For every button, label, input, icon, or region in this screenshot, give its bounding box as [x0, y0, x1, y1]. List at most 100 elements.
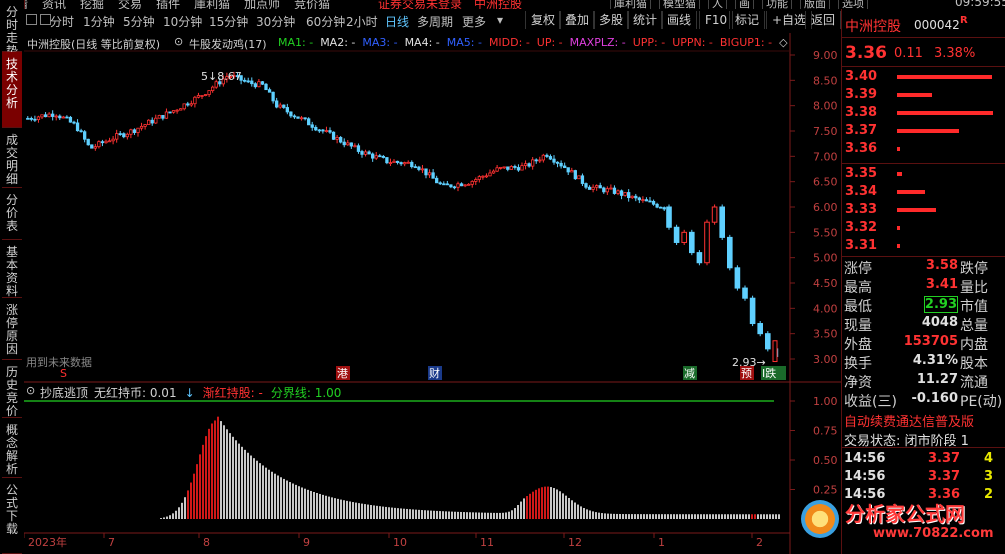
top-menu-item[interactable]: 挖掘 [80, 0, 104, 9]
candle-body [651, 200, 656, 205]
indicator-toggle-icon[interactable]: ⊙ [174, 35, 183, 48]
toolbar-button[interactable]: 复权 [525, 11, 562, 29]
candle-body [523, 163, 528, 166]
vtab-item[interactable]: 分时走势 [2, 0, 22, 58]
period-tab[interactable]: 60分钟 [306, 13, 345, 30]
back-arrow-icon[interactable] [26, 14, 37, 25]
period-tab[interactable]: 日线 [385, 13, 409, 30]
chart-area[interactable]: 9.00 8.50 8.00 7.50 7.00 6.50 6.00 5.50 5.00 4.50… [24, 33, 841, 554]
candle-body [481, 175, 485, 178]
period-tab[interactable]: 2小时 [346, 13, 378, 30]
vtab-item[interactable]: 分价表 [2, 188, 22, 240]
top-menu-item[interactable]: 资讯 [42, 0, 66, 9]
period-tab[interactable]: 5分钟 [123, 13, 155, 30]
period-tab[interactable]: 多周期 [417, 13, 453, 30]
ma-legend: MA1: - MA2: - MA3: - MA4: - MA5: - MIDD: - UP:… [278, 36, 788, 49]
stats-grid: 涨停 3.58 跌停 最高 3.41 量比 最低 2.93 市值 现量 4048 总量 外盘 153705… [842, 257, 1005, 410]
ma-legend-item: MAXPLZ: - [569, 36, 626, 49]
oscillator-bar [217, 416, 219, 519]
period-tab[interactable]: 30分钟 [256, 13, 295, 30]
candle-body [541, 154, 545, 161]
period-tab[interactable]: 分时 [50, 13, 74, 30]
ad-banner[interactable]: 自动续费通达信普及版 [842, 410, 1005, 430]
oscillator-bar [667, 514, 669, 519]
toolbar-button[interactable]: 统计 [627, 11, 664, 29]
candle-body [602, 187, 606, 193]
top-menu-item[interactable]: 插件 [156, 0, 180, 9]
oscillator-bar [658, 514, 660, 519]
top-menu-item[interactable]: 加点师 [244, 0, 280, 9]
vtab-item[interactable]: 历史竞价 [2, 360, 22, 418]
candle-body [598, 185, 602, 189]
top-menu-item[interactable]: 交易 [118, 0, 142, 9]
candle-body [136, 127, 140, 133]
oscillator-bar [496, 512, 498, 519]
top-menu-item[interactable]: 庫利猫 [194, 0, 230, 9]
toolbar-button[interactable]: 叠加 [559, 11, 596, 29]
candle-body [171, 110, 176, 113]
top-menu-left[interactable]: 行情资讯挖掘交易插件庫利猫加点师竞价猫 [4, 0, 344, 9]
candle-body [97, 141, 101, 148]
volume-bar [897, 75, 993, 79]
candle-body [26, 117, 30, 120]
event-marker[interactable]: 减 [683, 366, 697, 380]
vtab-item[interactable]: 技术分析 [2, 52, 22, 128]
top-menu-item[interactable]: 竞价猫 [294, 0, 330, 9]
toolbar-button[interactable]: 画线 [661, 11, 698, 29]
oscillator-bar [670, 514, 672, 519]
sub-chart-toggle-icon[interactable]: ⊙ [26, 384, 35, 397]
top-right-item[interactable]: 功能 [762, 0, 792, 9]
oscillator-bar [385, 506, 387, 519]
candle-body [317, 129, 321, 132]
vtab-item[interactable]: 基本资料 [2, 240, 22, 298]
oscillator-bar [160, 518, 162, 519]
period-tab[interactable]: 更多 [462, 13, 486, 30]
toolbar-button[interactable]: 多股 [593, 11, 630, 29]
oscillator-bar [691, 514, 693, 519]
legend-more-icon[interactable]: ◇ [779, 36, 787, 49]
toolbar-button[interactable]: 返回 [805, 11, 842, 29]
oscillator-bar [598, 512, 600, 519]
sub-chart-name[interactable]: 抄底逃顶 [40, 384, 88, 401]
stat-label-secondary: 跌停 [960, 261, 988, 277]
period-tab[interactable]: 15分钟 [209, 13, 248, 30]
event-marker-label: 减 [684, 367, 695, 380]
top-right-item[interactable]: 模型猫 [659, 0, 700, 9]
candle-body [417, 166, 421, 170]
period-tab[interactable]: 10分钟 [163, 13, 202, 30]
event-marker[interactable]: I跌 [761, 366, 786, 380]
vtab-item[interactable]: 概念解析 [2, 418, 22, 478]
xtick-label: 2 [756, 536, 763, 549]
ask-book: 3.40 3.39 3.38 3.37 3.36 [842, 67, 1005, 164]
top-menu-right[interactable]: 庫利猫 模型猫人画功能 版面 选项 [610, 0, 876, 9]
top-right-item[interactable]: 版面 [800, 0, 830, 9]
oscillator-bar [298, 486, 300, 519]
top-right-item[interactable]: 人 [708, 0, 727, 9]
oscillator-bar [568, 497, 570, 519]
oscillator-bar [514, 508, 516, 519]
vtab-item[interactable]: 涨停原因 [2, 298, 22, 360]
indicator-name[interactable]: 牛股发动鸡(17) [189, 36, 267, 52]
stat-row: 换手 4.31% 股本 [842, 352, 1005, 372]
candle-body [413, 166, 417, 169]
oscillator-bar [646, 514, 648, 519]
ytick-label: 8.50 [813, 74, 838, 87]
candle-body [321, 129, 325, 132]
candle-body [378, 155, 382, 158]
top-right-item[interactable]: 选项 [838, 0, 868, 9]
top-right-item[interactable]: 画 [735, 0, 754, 9]
more-chevron-icon[interactable]: ▾ [497, 13, 503, 27]
order-book-row: 3.38 [842, 104, 1005, 122]
oscillator-bar [613, 513, 615, 519]
candle-body [719, 206, 726, 238]
vtab-item[interactable]: 成交明细 [2, 128, 22, 188]
vtab-item[interactable]: 公式下载 [2, 478, 22, 554]
ad-text[interactable]: 自动续费通达信普及版 [844, 411, 974, 430]
toolbar-button[interactable]: 标记 [729, 11, 766, 29]
period-tab[interactable]: 1分钟 [83, 13, 115, 30]
top-right-item[interactable]: 庫利猫 [610, 0, 651, 9]
event-marker[interactable]: 预 [740, 366, 754, 380]
event-marker[interactable]: 港 [336, 366, 350, 380]
event-marker[interactable]: 财 [428, 366, 442, 380]
oscillator-bar [337, 498, 339, 519]
